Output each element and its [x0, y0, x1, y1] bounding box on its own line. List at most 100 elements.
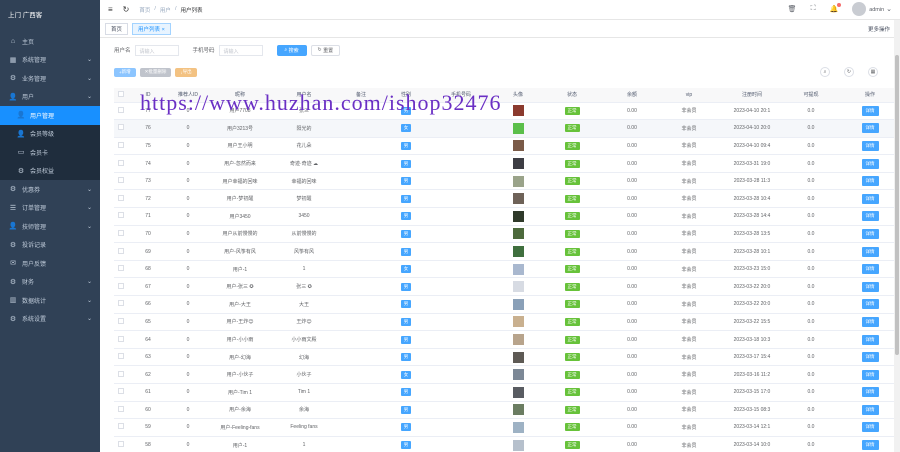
row-checkbox[interactable] — [118, 229, 124, 236]
detail-button[interactable]: 详情 — [861, 404, 879, 415]
sidebar-item[interactable]: 👤 用户管理 — [0, 106, 100, 125]
avatar[interactable] — [512, 421, 524, 433]
sidebar-item[interactable]: 👤 技师管理 ⌄ — [0, 217, 100, 236]
avatar[interactable] — [512, 193, 524, 205]
select-all-checkbox[interactable] — [114, 88, 128, 103]
table-row[interactable]: 68 0 用户-1 1 女 正常 0.00 非会员 2023-03-23 15:0 0.0 详情 — [114, 260, 900, 279]
table-row[interactable]: 58 0 用户-1 1 男 正常 0.00 非会员 2023-03-14 10:0 0.0 详情 — [114, 436, 900, 452]
detail-button[interactable]: 详情 — [861, 105, 879, 116]
detail-button[interactable]: 详情 — [861, 422, 879, 433]
avatar[interactable] — [512, 369, 524, 381]
detail-button[interactable]: 详情 — [861, 193, 879, 204]
avatar[interactable] — [512, 404, 524, 416]
user-menu[interactable]: admin ⌄ — [852, 2, 892, 16]
add-button[interactable]: + 新增 — [114, 67, 136, 77]
phone-input[interactable]: 请输入 — [218, 44, 263, 56]
table-row[interactable]: 60 0 用户-余海 余海 男 正常 0.00 非会员 2023-03-15 08:3 0.0 详情 — [114, 401, 900, 420]
detail-button[interactable]: 详情 — [861, 281, 879, 292]
columns-icon[interactable]: ▦ — [868, 67, 878, 77]
detail-button[interactable]: 详情 — [861, 352, 879, 363]
tag-user-list[interactable]: 用户列表 × — [132, 22, 171, 35]
row-checkbox[interactable] — [118, 405, 124, 412]
detail-button[interactable]: 详情 — [861, 316, 879, 327]
sidebar-item[interactable]: ⚙ 系统设置 ⌄ — [0, 310, 100, 329]
detail-button[interactable]: 详情 — [861, 387, 879, 398]
search-button[interactable]: ⌕ 搜索 — [276, 44, 307, 56]
refresh-icon[interactable]: ↻ — [844, 67, 854, 77]
avatar[interactable] — [512, 158, 524, 170]
detail-button[interactable]: 详情 — [861, 140, 879, 151]
row-checkbox[interactable] — [118, 335, 124, 342]
table-row[interactable]: 63 0 用户-幻海 幻海 男 正常 0.00 非会员 2023-03-17 15:4 0.0 详情 — [114, 348, 900, 367]
table-row[interactable]: 66 0 用户-大王 大王 男 正常 0.00 非会员 2023-03-22 20:0 0.0 详情 — [114, 295, 900, 314]
bell-icon[interactable]: 🔔 — [829, 3, 842, 13]
breadcrumb-item[interactable]: 首页 — [139, 6, 150, 14]
avatar[interactable] — [512, 175, 524, 187]
sidebar-item[interactable]: ▥ 数据统计 ⌄ — [0, 291, 100, 310]
sidebar-item[interactable]: ▭ 会员卡 — [0, 143, 100, 162]
row-checkbox[interactable] — [118, 423, 124, 430]
username-input[interactable]: 请输入 — [134, 44, 179, 56]
detail-button[interactable]: 详情 — [861, 264, 879, 275]
avatar[interactable] — [512, 386, 524, 398]
detail-button[interactable]: 详情 — [861, 334, 879, 345]
row-checkbox[interactable] — [118, 441, 124, 448]
sidebar-item[interactable]: ▦ 系统管理 ⌄ — [0, 51, 100, 70]
avatar[interactable] — [512, 351, 524, 363]
detail-button[interactable]: 详情 — [861, 246, 879, 257]
table-row[interactable]: 59 0 用户-Feeling-fans Feeling fans 男 正常 0.00 非会员… — [114, 418, 900, 437]
row-checkbox[interactable] — [118, 282, 124, 289]
table-row[interactable]: 75 0 用户王小明 花儿朵 男 正常 0.00 非会员 2023-04-10 09:4 0.0 详… — [114, 137, 900, 156]
table-row[interactable]: 67 0 用户-张三 ✪ 张三 ✪ 男 正常 0.00 非会员 2023-03-22 20:0 0… — [114, 277, 900, 297]
trash-icon[interactable]: 🗑 — [788, 5, 797, 13]
table-row[interactable]: 65 0 用户-王炸😊 王炸😊 男 正常 0.00 非会员 2023-03-22 15:5 0.0… — [114, 313, 900, 332]
avatar[interactable] — [512, 263, 524, 275]
scrollbar[interactable] — [894, 20, 900, 452]
row-checkbox[interactable] — [118, 177, 124, 184]
detail-button[interactable]: 详情 — [861, 440, 879, 451]
row-checkbox[interactable] — [118, 265, 124, 272]
table-row[interactable]: 70 0 用户从前慢慢的 从前慢慢的 男 正常 0.00 非会员 2023-03-28 13:5… — [114, 225, 900, 244]
row-checkbox[interactable] — [118, 247, 124, 254]
hamburger-icon[interactable]: ≡ — [108, 5, 113, 14]
batch-delete-button[interactable]: ✕ 批量删除 — [139, 67, 172, 77]
search-toggle-icon[interactable]: ⌕ — [820, 67, 830, 77]
row-checkbox[interactable] — [118, 194, 124, 201]
table-row[interactable]: 71 0 用户3450 3450 男 正常 0.00 非会员 2023-03-28 14:4 0.… — [114, 207, 900, 226]
table-row[interactable]: 61 0 用户-Tim 1 Tim 1 男 正常 0.00 非会员 2023-03-15 17:… — [114, 383, 900, 402]
tag-home[interactable]: 首页 — [105, 22, 129, 35]
sidebar-item[interactable]: 👤 会员等级 — [0, 124, 100, 143]
row-checkbox[interactable] — [118, 141, 124, 148]
refresh-icon[interactable]: ↻ — [123, 5, 130, 14]
sidebar-item[interactable]: ☰ 订单管理 ⌄ — [0, 199, 100, 218]
sidebar-item[interactable]: ⚙ 业务管理 ⌄ — [0, 69, 100, 88]
row-checkbox[interactable] — [118, 159, 124, 166]
detail-button[interactable]: 详情 — [861, 176, 879, 187]
scrollbar-thumb[interactable] — [895, 55, 899, 355]
avatar[interactable] — [512, 122, 524, 134]
row-checkbox[interactable] — [118, 317, 124, 324]
reset-button[interactable]: ↻ 重置 — [310, 44, 341, 56]
row-checkbox[interactable] — [118, 353, 124, 360]
avatar[interactable] — [512, 316, 524, 328]
row-checkbox[interactable] — [118, 300, 124, 307]
table-row[interactable]: 72 0 用户-梦初醒 梦初醒 男 正常 0.00 非会员 2023-03-28 10:4 0.0… — [114, 189, 900, 209]
table-row[interactable]: 76 0 用户3213号 阳光的 女 正常 0.00 非会员 2023-04-10 20:0 0.… — [114, 119, 900, 138]
row-checkbox[interactable] — [118, 388, 124, 395]
more-ops-button[interactable]: 更多操作 — [868, 25, 890, 33]
avatar[interactable] — [512, 140, 524, 152]
detail-button[interactable]: 详情 — [861, 299, 879, 310]
row-checkbox[interactable] — [118, 106, 124, 113]
detail-button[interactable]: 详情 — [861, 369, 879, 380]
row-checkbox[interactable] — [118, 124, 124, 131]
checkbox[interactable] — [118, 90, 124, 97]
table-row[interactable]: 73 0 用户幸福的回味 幸福的回味 男 正常 0.00 非会员 2023-03-28 11:3… — [114, 172, 900, 191]
avatar[interactable] — [512, 281, 524, 293]
detail-button[interactable]: 详情 — [861, 228, 879, 239]
avatar[interactable] — [512, 334, 524, 346]
sidebar-item[interactable]: 👤 用户 ⌄ — [0, 88, 100, 107]
avatar[interactable] — [512, 210, 524, 222]
avatar[interactable] — [512, 105, 524, 117]
export-button[interactable]: ↓ 导出 — [175, 67, 197, 77]
avatar[interactable] — [512, 246, 524, 258]
